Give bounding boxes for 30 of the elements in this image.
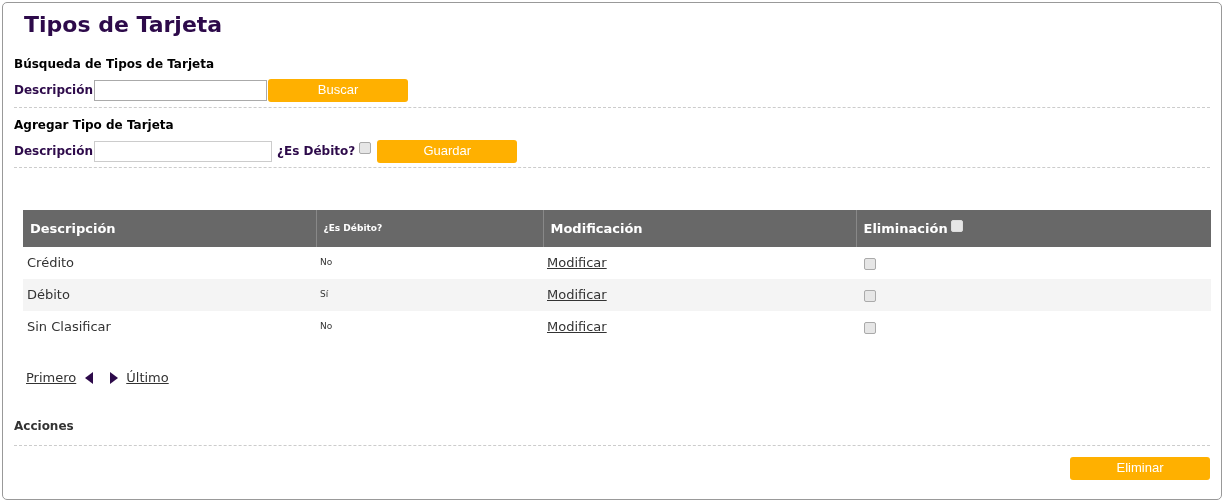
checkbox[interactable] bbox=[864, 257, 876, 270]
column-header: Descripción bbox=[23, 210, 316, 247]
column-header: Modificación bbox=[543, 210, 856, 247]
modify-link[interactable]: Modificar bbox=[547, 319, 607, 335]
table-cell: Sí bbox=[320, 289, 329, 300]
field-label: Descripción bbox=[14, 82, 93, 99]
table-cell: No bbox=[320, 257, 333, 268]
column-header: ¿Es Débito? bbox=[316, 210, 543, 247]
section-heading: Agregar Tipo de Tarjeta bbox=[14, 117, 175, 133]
first-page-link[interactable]: Primero bbox=[26, 368, 77, 388]
last-page-link[interactable]: Último bbox=[126, 368, 169, 388]
checkbox[interactable] bbox=[359, 142, 372, 154]
table-cell: Débito bbox=[27, 287, 70, 303]
table-cell: Sin Clasificar bbox=[27, 319, 111, 335]
checkbox[interactable] bbox=[864, 289, 876, 302]
previous-icon[interactable] bbox=[85, 371, 94, 384]
field-label: ¿Es Débito? bbox=[277, 143, 356, 160]
section-heading: Búsqueda de Tipos de Tarjeta bbox=[14, 56, 215, 72]
table-cell: No bbox=[320, 321, 333, 332]
field-label: Descripción bbox=[14, 143, 93, 160]
input-field[interactable] bbox=[94, 79, 267, 101]
input-field[interactable] bbox=[94, 140, 272, 162]
section-heading: Acciones bbox=[14, 417, 75, 434]
modify-link[interactable]: Modificar bbox=[547, 287, 607, 303]
next-icon[interactable] bbox=[110, 371, 119, 384]
column-header-label: Eliminación bbox=[863, 220, 948, 236]
table-cell: Crédito bbox=[27, 255, 75, 271]
checkbox[interactable] bbox=[864, 321, 876, 334]
modify-link[interactable]: Modificar bbox=[547, 255, 607, 271]
page-title: Tipos de Tarjeta bbox=[23, 11, 224, 39]
